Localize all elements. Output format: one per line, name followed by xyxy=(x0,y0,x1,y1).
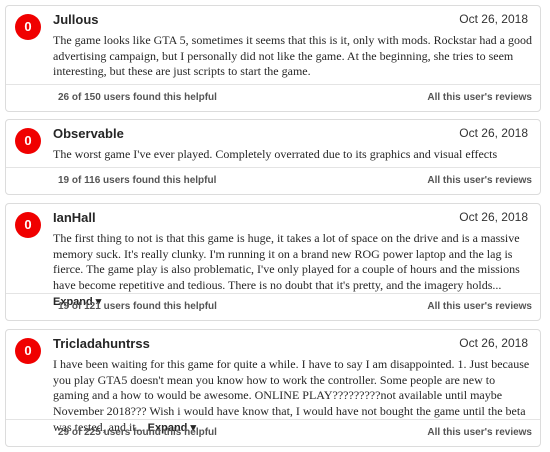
review-date: Oct 26, 2018 xyxy=(459,336,528,350)
all-user-reviews-link[interactable]: All this user's reviews xyxy=(427,301,532,312)
review-text: The worst game I've ever played. Complet… xyxy=(53,147,532,163)
user-score-badge: 0 xyxy=(15,338,41,364)
helpful-count: 26 of 150 users found this helpful xyxy=(58,92,217,103)
user-score-badge: 0 xyxy=(15,128,41,154)
user-score-badge: 0 xyxy=(15,14,41,40)
review-list: 0 Jullous Oct 26, 2018 The game looks li… xyxy=(0,0,550,452)
username-link[interactable]: Jullous xyxy=(53,12,99,27)
review-text-content: The first thing to not is that this game… xyxy=(53,231,520,293)
review-footer: 29 of 225 users found this helpful All t… xyxy=(6,419,540,446)
username-link[interactable]: Observable xyxy=(53,126,124,141)
username-link[interactable]: IanHall xyxy=(53,210,96,225)
all-user-reviews-link[interactable]: All this user's reviews xyxy=(427,175,532,186)
helpful-count: 19 of 121 users found this helpful xyxy=(58,301,217,312)
review-footer: 19 of 116 users found this helpful All t… xyxy=(6,167,540,194)
review-date: Oct 26, 2018 xyxy=(459,12,528,26)
helpful-count: 29 of 225 users found this helpful xyxy=(58,427,217,438)
review-text-content: The worst game I've ever played. Complet… xyxy=(53,147,498,161)
review-card: 0 Tricladahuntrss Oct 26, 2018 I have be… xyxy=(5,329,541,447)
review-footer: 19 of 121 users found this helpful All t… xyxy=(6,293,540,320)
review-card: 0 Jullous Oct 26, 2018 The game looks li… xyxy=(5,5,541,112)
review-date: Oct 26, 2018 xyxy=(459,210,528,224)
username-link[interactable]: Tricladahuntrss xyxy=(53,336,150,351)
review-text: The game looks like GTA 5, sometimes it … xyxy=(53,33,532,80)
review-text-content: The game looks like GTA 5, sometimes it … xyxy=(53,33,532,79)
review-card: 0 IanHall Oct 26, 2018 The first thing t… xyxy=(5,203,541,321)
all-user-reviews-link[interactable]: All this user's reviews xyxy=(427,427,532,438)
user-score-badge: 0 xyxy=(15,212,41,238)
review-card: 0 Observable Oct 26, 2018 The worst game… xyxy=(5,119,541,195)
all-user-reviews-link[interactable]: All this user's reviews xyxy=(427,92,532,103)
review-footer: 26 of 150 users found this helpful All t… xyxy=(6,84,540,111)
review-date: Oct 26, 2018 xyxy=(459,126,528,140)
helpful-count: 19 of 116 users found this helpful xyxy=(58,175,217,186)
